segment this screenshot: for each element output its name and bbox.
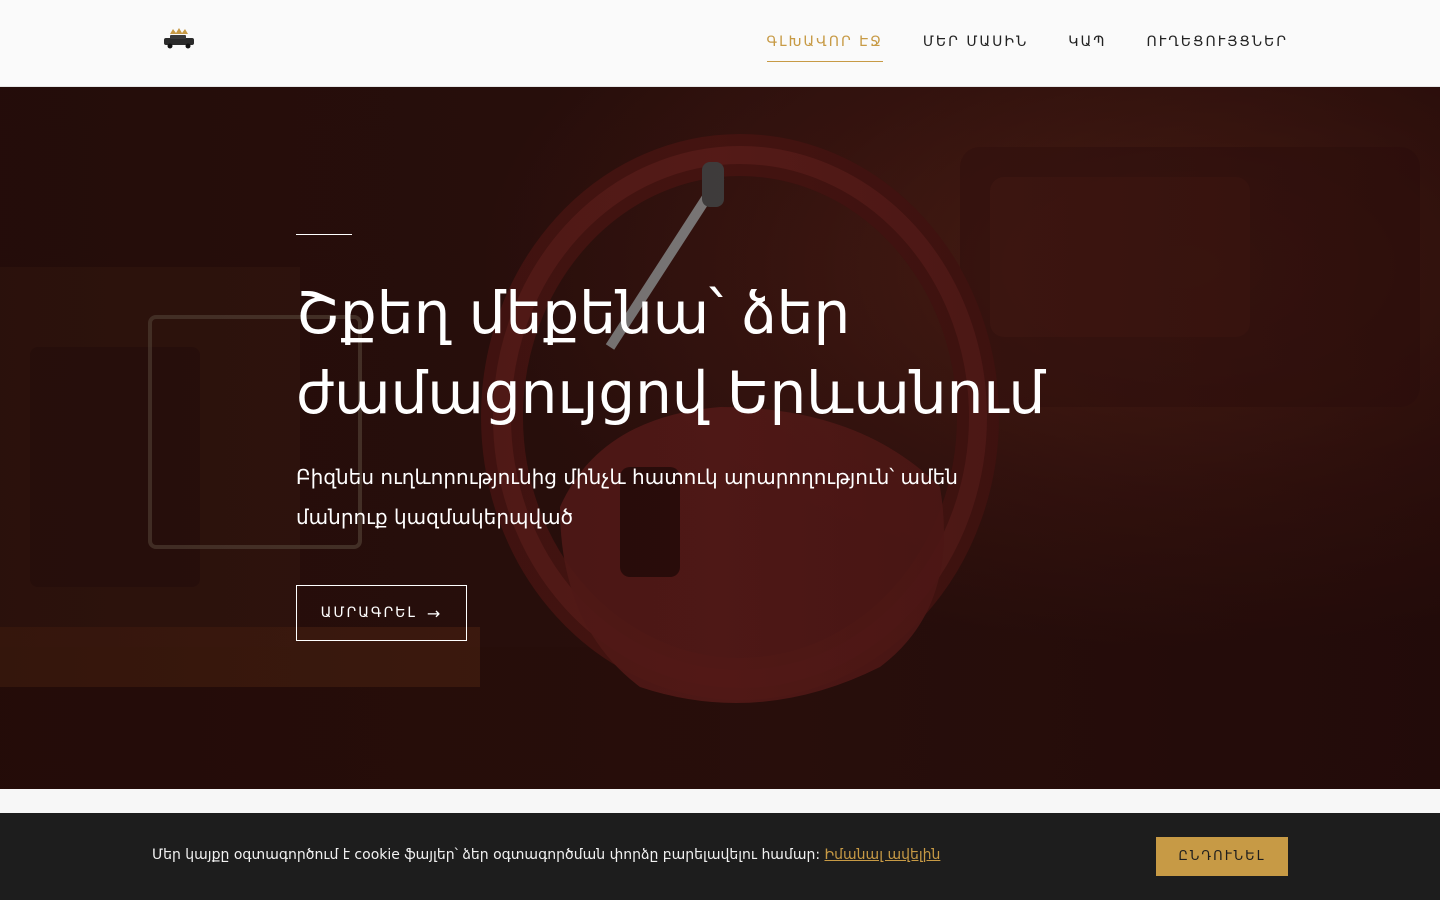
learn-more-link[interactable]: Իմանալ ավելին [825, 847, 941, 863]
hero-title: Շքեղ մեքենա՝ ձեր ժամացույցով Երևանում [296, 279, 1046, 427]
cookie-message: Մեր կայքը օգտագործում է cookie ֆայլեր՝ ձ… [152, 847, 825, 863]
accept-cookies-button[interactable]: ԸՆԴՈՒՆԵԼ [1156, 837, 1288, 876]
hero-subtitle: Բիզնես ուղևորությունից մինչև հատուկ արար… [296, 465, 958, 529]
main-nav: ԳԼԽԱՎՈՐ ԷՋ ՄԵՐ ՄԱՍԻՆ ԿԱՊ ՈՒՂԵՑՈՒՅՑՆԵՐ [766, 34, 1288, 62]
nav-item-routes[interactable]: ՈՒՂԵՑՈՒՅՑՆԵՐ [1146, 34, 1288, 58]
nav-item-about[interactable]: ՄԵՐ ՄԱՍԻՆ [923, 34, 1028, 58]
hero-overlay [0, 87, 1440, 789]
hero-section: Շքեղ մեքենա՝ ձեր ժամացույցով Երևանում Բի… [0, 87, 1440, 789]
arrow-right-icon: → [426, 603, 443, 623]
book-button[interactable]: ԱՄՐԱԳՐԵԼ → [296, 585, 467, 641]
nav-item-home[interactable]: ԳԼԽԱՎՈՐ ԷՋ [766, 34, 884, 62]
logo-icon[interactable] [160, 26, 198, 52]
hero-divider [296, 234, 352, 235]
book-button-label: ԱՄՐԱԳՐԵԼ [320, 605, 417, 621]
site-header: ԳԼԽԱՎՈՐ ԷՋ ՄԵՐ ՄԱՍԻՆ ԿԱՊ ՈՒՂԵՑՈՒՅՑՆԵՐ [0, 0, 1440, 87]
cookie-text-wrapper: Մեր կայքը օգտագործում է cookie ֆայլեր՝ ձ… [152, 847, 940, 863]
cookie-banner: Մեր կայքը օգտագործում է cookie ֆայլեր՝ ձ… [0, 813, 1440, 900]
nav-item-contact[interactable]: ԿԱՊ [1068, 34, 1106, 58]
